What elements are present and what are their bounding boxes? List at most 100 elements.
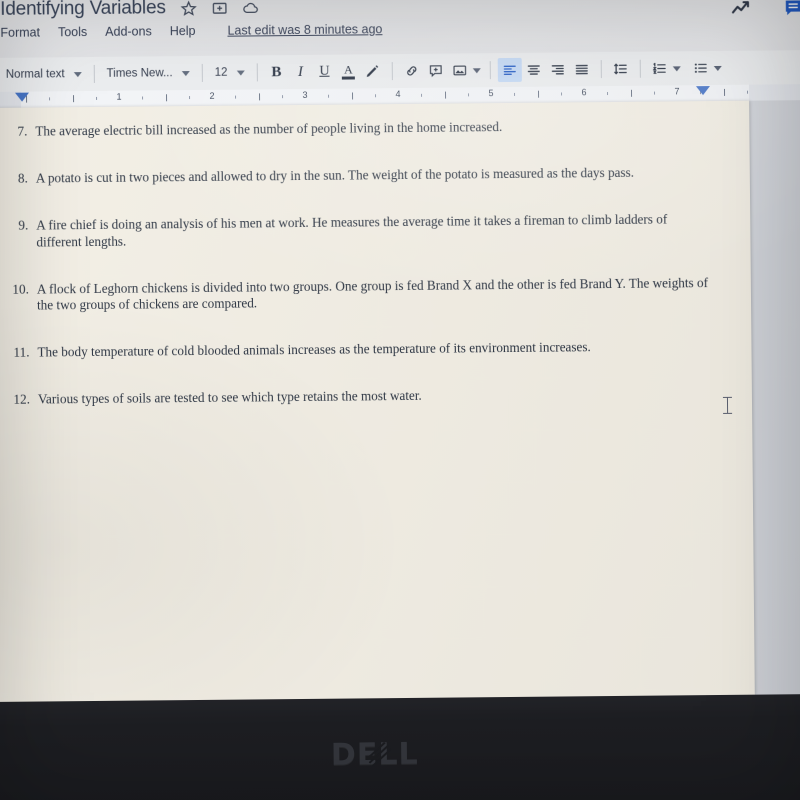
toolbar-divider	[391, 62, 393, 81]
ruler-tick	[72, 95, 74, 103]
font-size-value: 12	[214, 66, 228, 79]
ruler-tick	[351, 92, 353, 100]
add-comment-icon[interactable]	[423, 59, 447, 83]
list-item-number: 9.	[18, 217, 29, 233]
ruler-tick	[95, 96, 97, 100]
menu-item-tools[interactable]: Tools	[58, 25, 87, 39]
align-right-icon[interactable]	[545, 57, 569, 81]
menu-item-add-ons[interactable]: Add-ons	[105, 24, 152, 38]
ruler-tick	[560, 92, 562, 96]
photo-of-screen: DELL Identifying Variables Format Tools …	[0, 0, 800, 800]
ruler-number: 1	[116, 91, 122, 102]
ruler-tick	[49, 97, 51, 101]
font-family-value: Times New...	[106, 67, 173, 80]
italic-button[interactable]: I	[288, 60, 312, 84]
list-item-number: 8.	[17, 170, 28, 186]
document-list-item[interactable]: 9. A fire chief is doing an analysis of h…	[10, 211, 710, 251]
text-ibeam-cursor	[723, 396, 732, 414]
ruler-tick	[374, 94, 376, 98]
move-to-folder-icon[interactable]	[211, 0, 228, 16]
toolbar-divider	[639, 59, 641, 78]
activity-trend-icon[interactable]	[730, 0, 752, 19]
chevron-down-icon	[73, 71, 82, 77]
list-item-number: 11.	[13, 344, 30, 361]
top-right-actions	[730, 0, 800, 19]
page-title[interactable]: Identifying Variables	[0, 0, 166, 21]
line-spacing-icon[interactable]	[608, 57, 632, 81]
document-list-item[interactable]: 8. A potato is cut in two pieces and allo…	[10, 164, 710, 188]
underline-label: U	[319, 63, 330, 79]
chevron-down-icon[interactable]	[672, 65, 681, 71]
left-indent-marker[interactable]	[14, 92, 30, 102]
paragraph-style-value: Normal text	[5, 68, 65, 81]
ruler-number: 3	[302, 89, 308, 100]
document-list-item[interactable]: 10. A flock of Leghorn chickens is divide…	[11, 275, 711, 315]
chevron-down-icon[interactable]	[713, 65, 722, 71]
toolbar-divider	[93, 64, 95, 83]
ruler-number: 5	[488, 88, 494, 99]
ruler-tick	[165, 94, 167, 102]
document-page[interactable]: 7. The average electric bill increased as…	[0, 100, 755, 702]
ruler-tick	[281, 95, 283, 99]
ruler-tick	[142, 96, 144, 100]
font-family-dropdown[interactable]: Times New...	[101, 61, 194, 86]
text-color-button[interactable]: A	[336, 59, 360, 83]
document-canvas: 7. The average electric bill increased as…	[0, 99, 800, 702]
underline-button[interactable]: U	[312, 60, 336, 84]
ruler-tick	[188, 96, 190, 100]
numbered-list-icon[interactable]	[647, 56, 671, 80]
align-left-icon[interactable]	[497, 57, 522, 83]
paragraph-style-dropdown[interactable]: Normal text	[1, 62, 87, 87]
list-item-number: 10.	[12, 281, 29, 297]
ruler-tick	[328, 94, 330, 98]
document-list-item[interactable]: 7. The average electric bill increased as…	[9, 117, 709, 141]
ruler-number: 2	[209, 90, 215, 101]
document-list-item[interactable]: 12. Various types of soils are tested to …	[12, 385, 712, 409]
insert-image-icon[interactable]	[447, 58, 471, 82]
ruler-tick	[467, 93, 469, 97]
menu-bar: Format Tools Add-ons Help Last edit was …	[0, 22, 382, 40]
ruler-tick	[421, 93, 423, 97]
cloud-saved-icon[interactable]	[242, 0, 259, 16]
menu-item-format[interactable]: Format	[0, 25, 40, 39]
list-item-number: 7.	[17, 123, 28, 139]
ruler-tick	[514, 92, 516, 96]
last-edit-status[interactable]: Last edit was 8 minutes ago	[227, 22, 382, 37]
star-icon[interactable]	[180, 0, 197, 17]
font-size-dropdown[interactable]: 12	[210, 60, 250, 84]
ruler-tick	[607, 92, 609, 96]
ruler-tick	[537, 90, 539, 98]
app-chrome: Identifying Variables Format Tools Add-o…	[0, 0, 800, 58]
chevron-down-icon[interactable]	[472, 67, 481, 73]
ruler-number: 7	[674, 86, 680, 97]
chevron-down-icon	[181, 70, 190, 76]
ruler-tick	[723, 88, 725, 96]
list-item-number: 12.	[13, 391, 31, 407]
list-item-text: The body temperature of cold blooded ani…	[37, 339, 591, 360]
text-color-swatch	[341, 76, 356, 80]
highlight-pen-icon[interactable]	[360, 59, 384, 83]
ruler-tick	[653, 91, 655, 95]
screen-area: Identifying Variables Format Tools Add-o…	[0, 0, 800, 702]
align-justify-icon[interactable]	[569, 57, 593, 81]
toolbar-divider	[489, 61, 491, 80]
ruler-tick	[630, 89, 632, 97]
right-indent-marker[interactable]	[695, 86, 711, 96]
menu-item-help[interactable]: Help	[170, 24, 196, 38]
list-item-text: The average electric bill increased as t…	[35, 119, 503, 139]
bold-label: B	[271, 63, 282, 80]
align-center-icon[interactable]	[521, 58, 545, 82]
ruler-tick	[444, 91, 446, 99]
toolbar-divider	[256, 63, 258, 82]
text-color-label: A	[343, 62, 353, 77]
ruler-tick	[746, 90, 748, 94]
document-list-item[interactable]: 11. The body temperature of cold blooded …	[11, 338, 711, 362]
comment-icon[interactable]	[782, 0, 800, 18]
chevron-down-icon	[236, 70, 245, 76]
bold-button[interactable]: B	[264, 60, 288, 84]
bulleted-list-icon[interactable]	[688, 56, 712, 80]
document-body: 7. The average electric bill increased as…	[9, 117, 712, 439]
ruler-tick	[235, 95, 237, 99]
ruler-number: 4	[395, 89, 401, 100]
insert-link-icon[interactable]	[399, 59, 423, 83]
